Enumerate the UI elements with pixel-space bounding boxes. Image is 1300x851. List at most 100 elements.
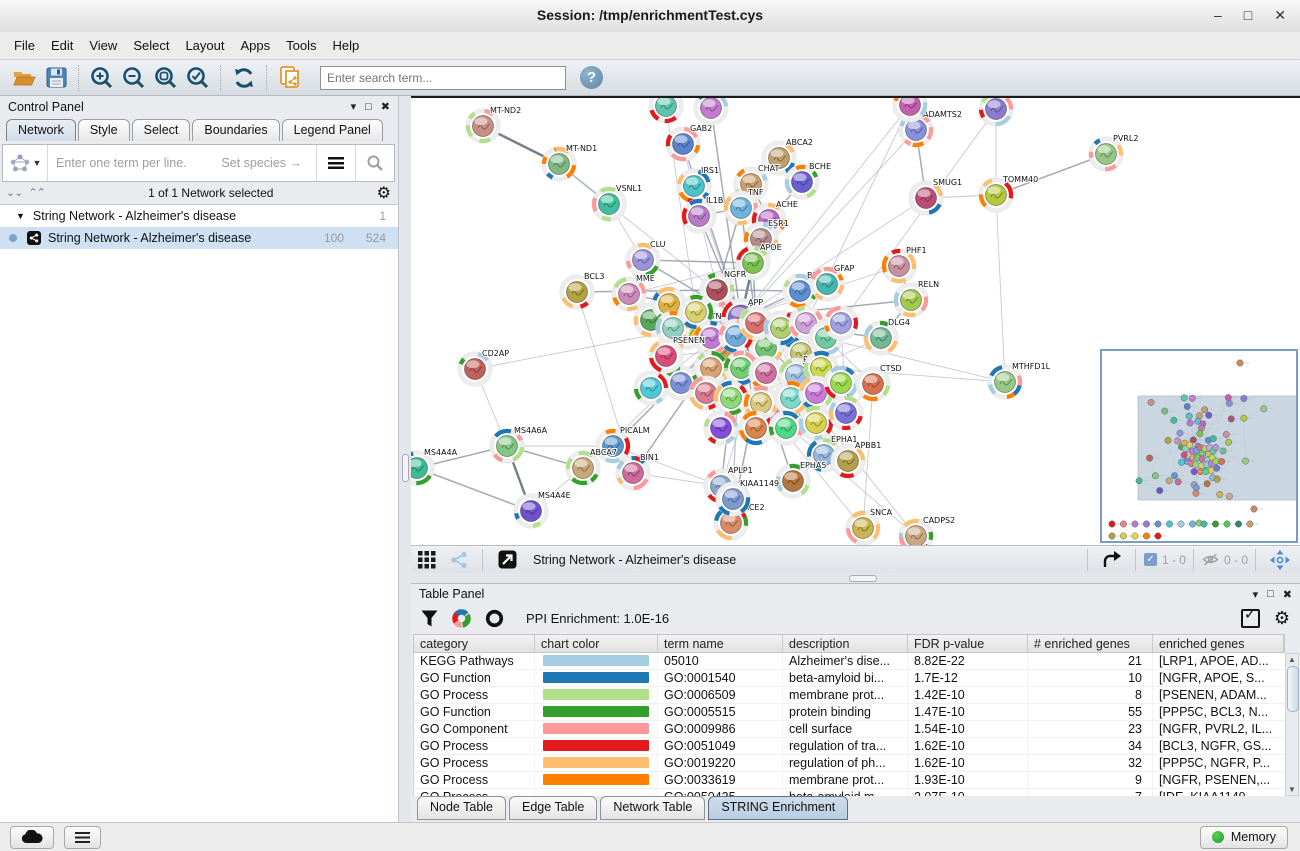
- collapse-all-icon[interactable]: ⌄⌄: [6, 186, 22, 199]
- column-header[interactable]: description: [783, 635, 908, 652]
- network-node[interactable]: [694, 98, 728, 125]
- tab-select[interactable]: Select: [132, 119, 191, 141]
- zoom-in-button[interactable]: [86, 63, 118, 93]
- enrichment-row[interactable]: GO FunctionGO:0001540beta-amyloid bi...1…: [414, 670, 1286, 687]
- vertical-splitter[interactable]: [399, 96, 411, 822]
- network-node[interactable]: CLU: [626, 240, 666, 277]
- memory-button[interactable]: Memory: [1200, 826, 1288, 849]
- network-canvas[interactable]: MT-ND2MT-ND1VSNL1GAB2IRS1ABCA2CHATBCHEIL…: [411, 96, 1300, 545]
- select-terms-checkbox[interactable]: [1241, 609, 1260, 628]
- enrichment-row[interactable]: GO ProcessGO:0033619membrane prot...1.93…: [414, 772, 1286, 789]
- network-node[interactable]: MS4A4A: [411, 448, 458, 485]
- ring-chart-icon[interactable]: [485, 609, 504, 628]
- menu-tools[interactable]: Tools: [278, 35, 324, 56]
- network-node[interactable]: RELN: [894, 280, 939, 317]
- share-view-button[interactable]: [443, 545, 475, 575]
- column-header[interactable]: FDR p-value: [908, 635, 1028, 652]
- tab-boundaries[interactable]: Boundaries: [192, 119, 279, 141]
- panel-menu-icon[interactable]: ▾: [351, 100, 357, 113]
- tab-edge-table[interactable]: Edge Table: [509, 796, 597, 820]
- network-node[interactable]: [749, 356, 783, 390]
- column-header[interactable]: enriched genes: [1153, 635, 1284, 652]
- column-header[interactable]: # enriched genes: [1028, 635, 1153, 652]
- splitter-handle[interactable]: [402, 454, 409, 482]
- network-node[interactable]: CADPS2: [899, 516, 955, 545]
- network-node[interactable]: [704, 411, 738, 445]
- enrichment-row[interactable]: GO ProcessGO:0051049regulation of tra...…: [414, 738, 1286, 755]
- network-node[interactable]: PVRL2: [1089, 134, 1138, 171]
- column-header[interactable]: term name: [658, 635, 783, 652]
- open-session-button[interactable]: [8, 63, 40, 93]
- network-node[interactable]: VSNL1: [592, 184, 642, 221]
- network-node[interactable]: MT-ND1: [542, 144, 597, 181]
- menu-layout[interactable]: Layout: [177, 35, 232, 56]
- network-node[interactable]: EPHA5: [776, 461, 826, 498]
- grid-view-button[interactable]: [411, 545, 443, 575]
- enrichment-row[interactable]: GO FunctionGO:0005515protein binding1.47…: [414, 704, 1286, 721]
- network-row[interactable]: String Network - Alzheimer's disease 100…: [0, 227, 398, 249]
- panel-close-icon[interactable]: ✖: [381, 100, 390, 113]
- network-node[interactable]: [979, 98, 1013, 126]
- species-hint[interactable]: Set species →: [221, 156, 302, 170]
- tab-network-table[interactable]: Network Table: [600, 796, 705, 820]
- donut-chart-icon[interactable]: [452, 609, 471, 628]
- splitter-handle[interactable]: [849, 575, 877, 582]
- task-history-button[interactable]: [64, 826, 101, 849]
- expand-all-icon[interactable]: ⌃⌃: [28, 186, 44, 199]
- collapse-triangle-icon[interactable]: ▼: [16, 211, 25, 221]
- column-header[interactable]: category: [414, 635, 535, 652]
- string-protein-query-button[interactable]: ▼: [3, 145, 48, 181]
- clone-network-button[interactable]: [274, 63, 306, 93]
- zoom-out-button[interactable]: [118, 63, 150, 93]
- gear-icon[interactable]: ⚙: [377, 183, 391, 203]
- scroll-up-icon[interactable]: ▲: [1286, 655, 1298, 664]
- string-options-button[interactable]: [316, 145, 355, 181]
- refresh-button[interactable]: [228, 63, 260, 93]
- network-node[interactable]: [829, 396, 863, 430]
- tab-node-table[interactable]: Node Table: [417, 796, 506, 820]
- network-node[interactable]: CTSD: [856, 364, 902, 401]
- menu-view[interactable]: View: [81, 35, 125, 56]
- menu-apps[interactable]: Apps: [233, 35, 279, 56]
- tab-network[interactable]: Network: [6, 119, 76, 141]
- menu-select[interactable]: Select: [125, 35, 177, 56]
- network-node[interactable]: DLG4: [864, 318, 910, 355]
- network-node[interactable]: CD2AP: [458, 349, 509, 386]
- horizontal-splitter[interactable]: [411, 573, 1300, 583]
- zoom-selected-button[interactable]: [182, 63, 214, 93]
- column-header[interactable]: chart color: [535, 635, 658, 652]
- network-node[interactable]: MS4A4E: [514, 491, 571, 528]
- network-node[interactable]: [824, 366, 858, 400]
- network-node[interactable]: MT-ND2: [466, 106, 521, 143]
- network-node[interactable]: [714, 381, 748, 415]
- help-button[interactable]: ?: [580, 66, 603, 89]
- network-node[interactable]: [824, 306, 858, 340]
- panel-float-icon[interactable]: □: [365, 101, 372, 113]
- menu-edit[interactable]: Edit: [43, 35, 81, 56]
- network-node[interactable]: [799, 406, 833, 440]
- network-collection-row[interactable]: ▼ String Network - Alzheimer's disease 1: [0, 205, 398, 227]
- minimize-button[interactable]: –: [1214, 7, 1222, 23]
- search-input[interactable]: [320, 66, 566, 90]
- network-node[interactable]: MS4A6A: [490, 426, 548, 463]
- menu-help[interactable]: Help: [325, 35, 368, 56]
- string-search-button[interactable]: [355, 145, 394, 181]
- overview-graph[interactable]: [1102, 351, 1296, 541]
- network-node[interactable]: [769, 411, 803, 445]
- network-node[interactable]: GAB2: [666, 124, 712, 161]
- network-node[interactable]: PHF1: [882, 246, 927, 283]
- network-node[interactable]: BCL3: [560, 272, 604, 309]
- tab-style[interactable]: Style: [78, 119, 130, 141]
- network-node[interactable]: [634, 371, 668, 405]
- settings-gear-icon[interactable]: ⚙: [1274, 608, 1290, 629]
- scroll-down-icon[interactable]: ▼: [1286, 785, 1298, 794]
- menu-file[interactable]: File: [6, 35, 43, 56]
- tab-string-enrichment[interactable]: STRING Enrichment: [708, 796, 848, 820]
- network-node[interactable]: TOMM40: [979, 175, 1038, 212]
- network-node[interactable]: [649, 98, 683, 123]
- close-button[interactable]: ✕: [1274, 7, 1286, 23]
- tab-legend-panel[interactable]: Legend Panel: [282, 119, 383, 141]
- enrichment-row[interactable]: GO ComponentGO:0009986cell surface1.54E-…: [414, 721, 1286, 738]
- network-node[interactable]: [739, 411, 773, 445]
- filter-icon[interactable]: [421, 610, 438, 627]
